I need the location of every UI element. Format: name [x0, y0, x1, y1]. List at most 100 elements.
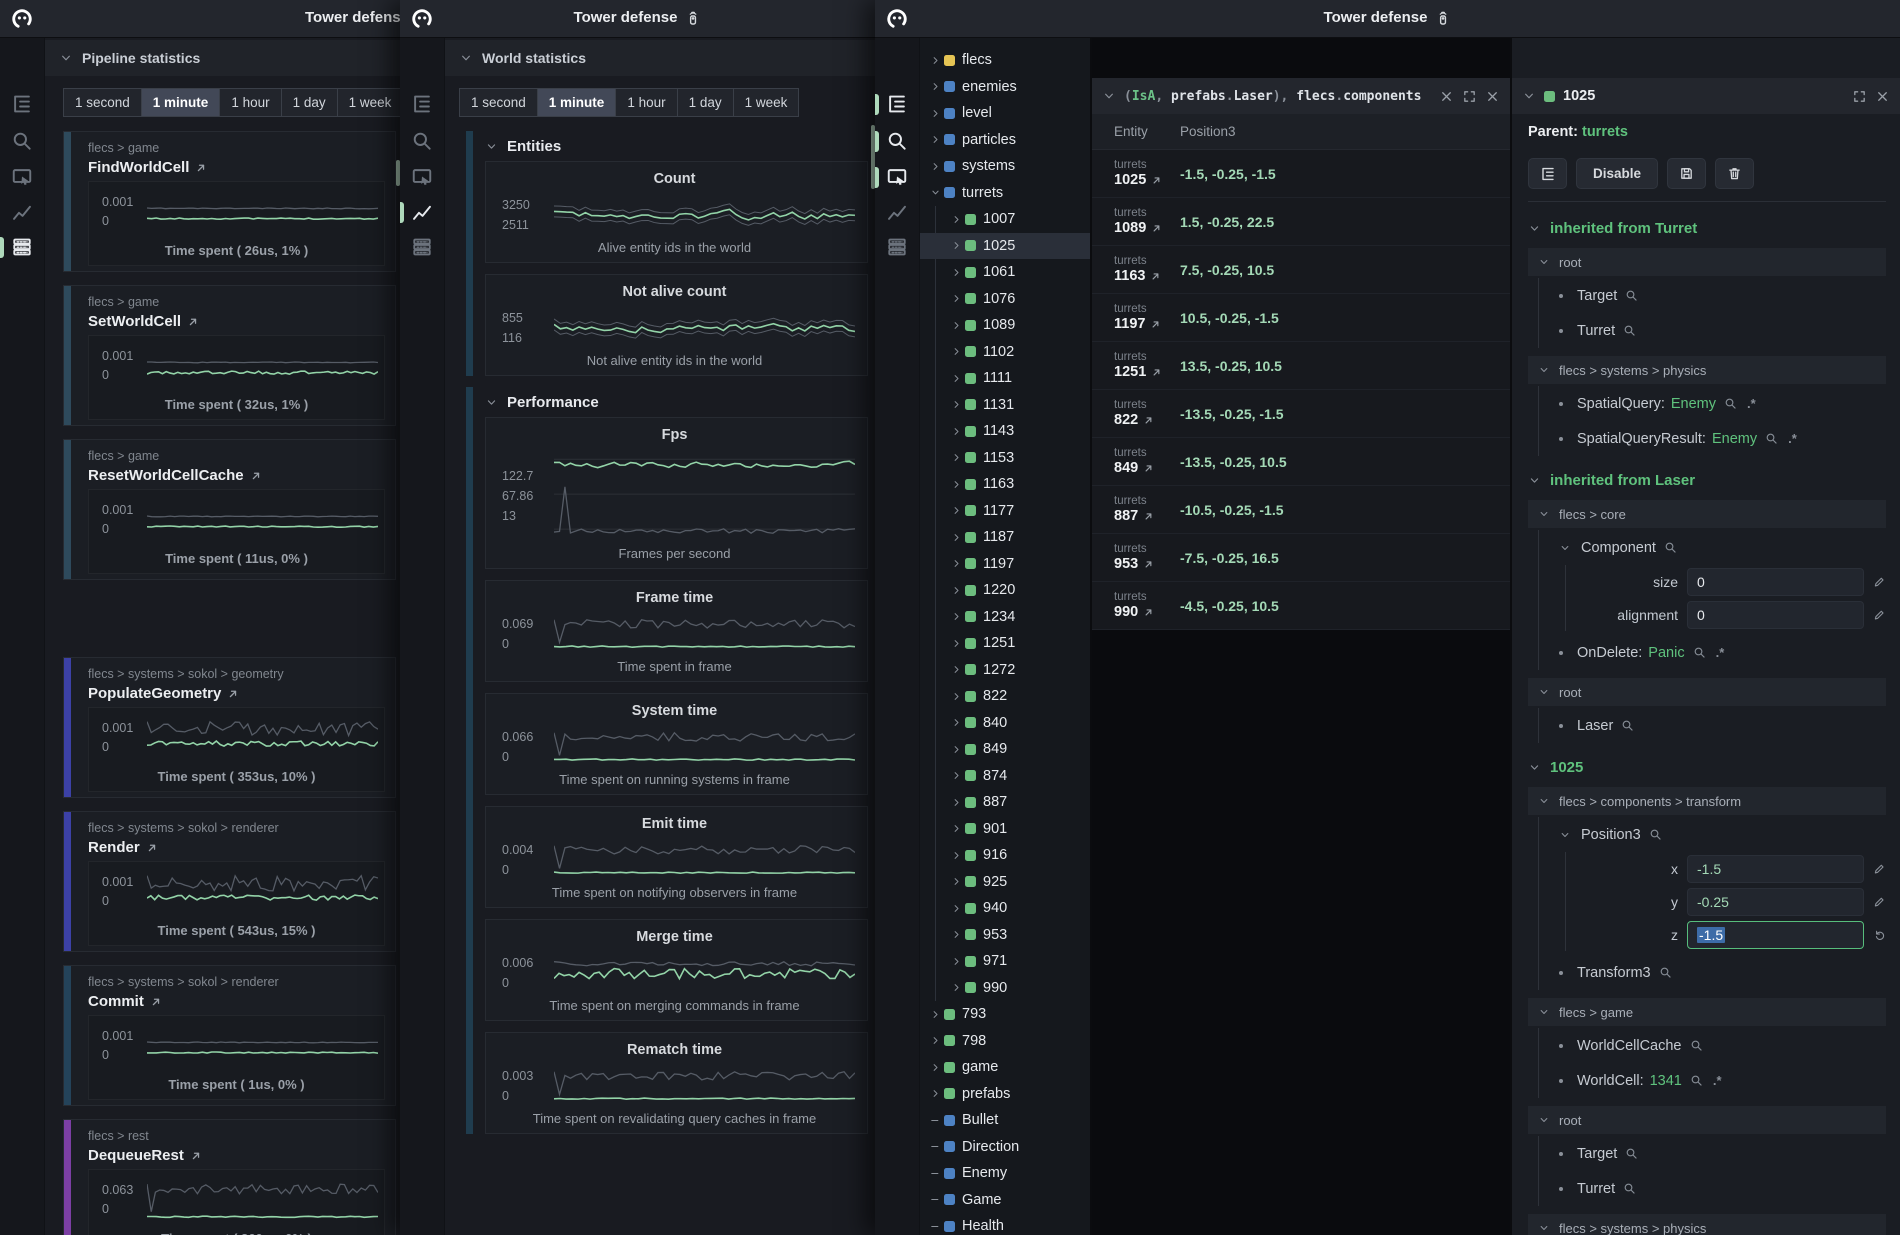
tree-rail-icon[interactable] [886, 93, 908, 115]
field-input[interactable]: -1.5 [1687, 921, 1864, 949]
inspector-rail-icon[interactable] [11, 166, 33, 188]
chevron-right-icon[interactable] [949, 452, 964, 463]
query-result-row[interactable]: turrets125113.5, -0.25, 10.5 [1092, 342, 1510, 390]
chevron-right-icon[interactable] [949, 505, 964, 516]
chevron-right-icon[interactable] [949, 850, 964, 861]
memory-rail-icon[interactable] [11, 236, 33, 258]
chevron-right-icon[interactable] [949, 717, 964, 728]
chevron-right-icon[interactable] [928, 161, 943, 172]
statistics-rail-icon[interactable] [11, 201, 33, 223]
field-input[interactable]: -0.25 [1687, 888, 1864, 916]
tree-item-798[interactable]: 798 [920, 1028, 1090, 1055]
component-group-header[interactable]: root [1528, 1106, 1886, 1134]
tree-item-1187[interactable]: 1187 [920, 524, 1090, 551]
component-value[interactable]: Panic [1648, 645, 1684, 661]
component-item-Position3[interactable]: Position3x-1.5y-0.25z-1.5 [1559, 817, 1886, 951]
query-result-row[interactable]: turrets10891.5, -0.25, 22.5 [1092, 198, 1510, 246]
chevron-right-icon[interactable] [949, 426, 964, 437]
show-in-tree-button[interactable] [1528, 158, 1567, 189]
chevron-right-icon[interactable] [949, 532, 964, 543]
section-header[interactable]: Performance [485, 387, 868, 417]
chevron-right-icon[interactable] [949, 876, 964, 887]
inspector-section-1025[interactable]: 1025 [1528, 751, 1886, 783]
chevron-right-icon[interactable] [949, 399, 964, 410]
external-link-icon[interactable] [187, 316, 199, 328]
chevron-right-icon[interactable] [949, 929, 964, 940]
tree-item-game[interactable]: game [920, 1054, 1090, 1081]
inspector-rail-icon[interactable] [886, 166, 908, 188]
tree-item-1272[interactable]: 1272 [920, 657, 1090, 684]
chevron-right-icon[interactable] [949, 797, 964, 808]
component-item-Target[interactable]: Target [1559, 278, 1886, 313]
memory-rail-icon[interactable] [886, 236, 908, 258]
remote-connection-icon[interactable] [685, 10, 701, 26]
system-name[interactable]: DequeueRest [88, 1147, 184, 1164]
leaf-dash-icon[interactable] [928, 1221, 943, 1232]
fullscreen-icon[interactable] [1462, 89, 1477, 104]
time-range-1-minute[interactable]: 1 minute [142, 89, 220, 116]
chevron-right-icon[interactable] [949, 585, 964, 596]
tree-item-1220[interactable]: 1220 [920, 577, 1090, 604]
component-group-header[interactable]: flecs > core [1528, 500, 1886, 528]
tree-item-1102[interactable]: 1102 [920, 339, 1090, 366]
component-group-header[interactable]: flecs > game [1528, 998, 1886, 1026]
edit-pencil-icon[interactable] [1873, 575, 1886, 589]
chevron-right-icon[interactable] [928, 134, 943, 145]
query-result-row[interactable]: turrets119710.5, -0.25, -1.5 [1092, 294, 1510, 342]
chevron-right-icon[interactable] [949, 903, 964, 914]
edit-pencil-icon[interactable] [1873, 895, 1886, 909]
query-result-row[interactable]: turrets1025-1.5, -0.25, -1.5 [1092, 150, 1510, 198]
clear-query-icon[interactable] [1439, 89, 1454, 104]
query-result-row[interactable]: turrets953-7.5, -0.25, 16.5 [1092, 534, 1510, 582]
tree-item-1177[interactable]: 1177 [920, 498, 1090, 525]
undo-icon[interactable] [1873, 928, 1886, 942]
time-range-1-day[interactable]: 1 day [678, 89, 733, 116]
chevron-right-icon[interactable] [928, 1088, 943, 1099]
chevron-right-icon[interactable] [949, 982, 964, 993]
entity-id[interactable]: 1251 [1114, 364, 1146, 381]
chevron-right-icon[interactable] [949, 691, 964, 702]
component-value[interactable]: Enemy [1712, 431, 1757, 447]
system-name[interactable]: Render [88, 839, 140, 856]
tree-rail-icon[interactable] [411, 93, 433, 115]
external-link-icon[interactable] [1151, 367, 1162, 378]
component-value[interactable]: Enemy [1671, 396, 1716, 412]
external-link-icon[interactable] [1151, 223, 1162, 234]
external-link-icon[interactable] [146, 842, 158, 854]
close-icon[interactable] [1485, 89, 1500, 104]
tree-item-1025[interactable]: 1025 [920, 233, 1090, 260]
world-panel-header[interactable]: World statistics [445, 40, 875, 76]
chevron-right-icon[interactable] [928, 1009, 943, 1020]
save-button[interactable] [1667, 158, 1706, 189]
statistics-rail-icon[interactable] [886, 201, 908, 223]
chevron-right-icon[interactable] [949, 293, 964, 304]
tree-item-prefabs[interactable]: prefabs [920, 1081, 1090, 1108]
component-item-Target[interactable]: Target [1559, 1136, 1886, 1171]
inspector-rail-icon[interactable] [411, 166, 433, 188]
tree-item-1076[interactable]: 1076 [920, 286, 1090, 313]
tree-item-874[interactable]: 874 [920, 763, 1090, 790]
chevron-right-icon[interactable] [928, 55, 943, 66]
parent-link[interactable]: turrets [1582, 124, 1628, 140]
leaf-dash-icon[interactable] [928, 1194, 943, 1205]
component-item-SpatialQuery[interactable]: SpatialQuery:Enemy.* [1559, 386, 1886, 421]
chevron-right-icon[interactable] [949, 320, 964, 331]
close-icon[interactable] [1875, 89, 1890, 104]
component-value[interactable]: 1341 [1650, 1073, 1682, 1089]
time-range-1-minute[interactable]: 1 minute [538, 89, 616, 116]
query-result-row[interactable]: turrets849-13.5, -0.25, 10.5 [1092, 438, 1510, 486]
component-group-header[interactable]: flecs > components > transform [1528, 787, 1886, 815]
query-result-row[interactable]: turrets887-10.5, -0.25, -1.5 [1092, 486, 1510, 534]
chevron-down-icon[interactable] [1559, 829, 1571, 841]
entity-id[interactable]: 953 [1114, 556, 1138, 573]
leaf-dash-icon[interactable] [928, 1115, 943, 1126]
external-link-icon[interactable] [150, 996, 162, 1008]
system-name[interactable]: PopulateGeometry [88, 685, 221, 702]
component-item-SpatialQueryResult[interactable]: SpatialQueryResult:Enemy.* [1559, 421, 1886, 456]
chevron-right-icon[interactable] [949, 214, 964, 225]
chevron-right-icon[interactable] [949, 611, 964, 622]
chevron-right-icon[interactable] [928, 1062, 943, 1073]
tree-item-Health[interactable]: Health [920, 1213, 1090, 1235]
search-icon[interactable] [1724, 397, 1737, 410]
chevron-right-icon[interactable] [949, 558, 964, 569]
